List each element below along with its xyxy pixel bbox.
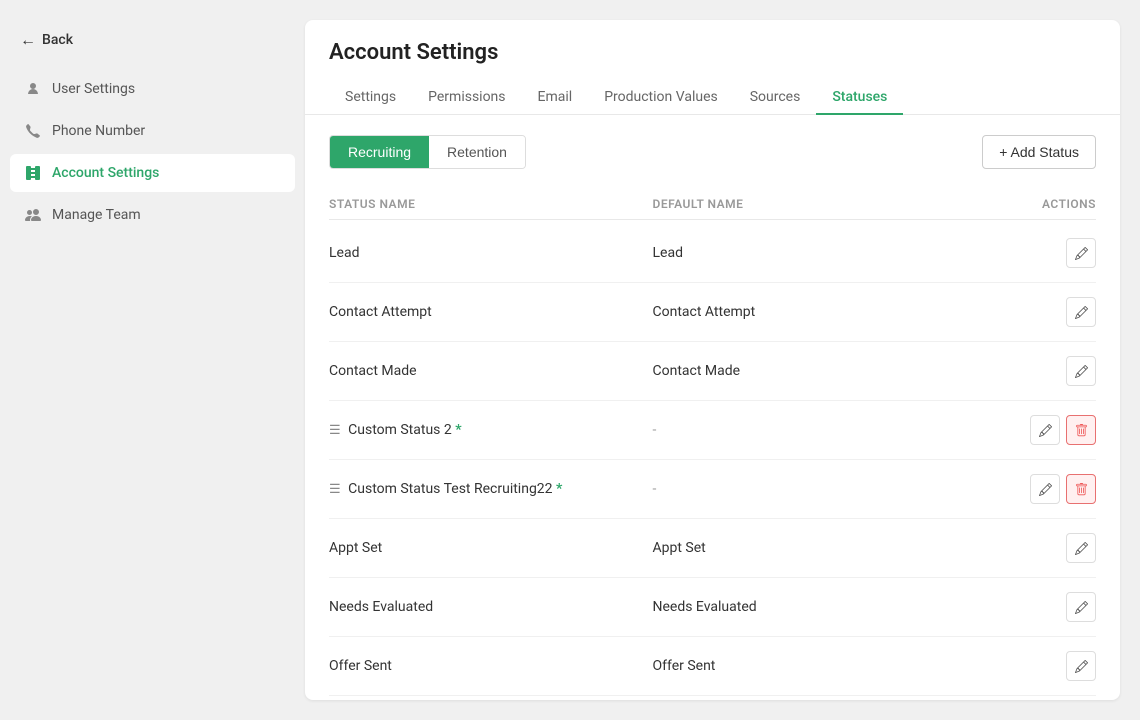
actions-cell [976, 356, 1096, 386]
tab-statuses[interactable]: Statuses [816, 81, 903, 115]
table-row: Appt Set Appt Set [329, 519, 1096, 578]
filter-buttons: Recruiting Retention [329, 135, 526, 169]
custom-status-icon: ☰ [329, 423, 341, 438]
actions-cell [976, 474, 1096, 504]
delete-button[interactable] [1066, 415, 1096, 445]
status-name-cell: Appt Set [329, 540, 653, 556]
sidebar-phone-label: Phone Number [52, 123, 145, 139]
table-row: ☰ Custom Status Test Recruiting22 * - [329, 460, 1096, 519]
edit-button[interactable] [1066, 592, 1096, 622]
table-row: Lead Lead [329, 224, 1096, 283]
default-name-cell: Lead [653, 245, 977, 261]
content-card: Account Settings Settings Permissions Em… [305, 20, 1120, 700]
table-row: Contact Attempt Contact Attempt [329, 283, 1096, 342]
back-arrow-icon: ← [20, 30, 36, 50]
asterisk-icon: * [455, 422, 461, 438]
tab-production-values[interactable]: Production Values [588, 81, 734, 115]
actions-cell [976, 238, 1096, 268]
actions-cell [976, 651, 1096, 681]
default-name-cell: Contact Made [653, 363, 977, 379]
header-default-name: DEFAULT NAME [653, 197, 977, 211]
sidebar-nav: User Settings Phone Number Account Setti… [0, 70, 305, 234]
header-actions: ACTIONS [976, 197, 1096, 211]
default-name-cell: Offer Sent [653, 658, 977, 674]
sidebar-manage-team-label: Manage Team [52, 207, 141, 223]
asterisk-icon: * [556, 481, 562, 497]
custom-status-icon: ☰ [329, 482, 341, 497]
actions-cell [976, 415, 1096, 445]
main-content: Account Settings Settings Permissions Em… [305, 0, 1140, 720]
add-status-button[interactable]: + Add Status [982, 135, 1096, 169]
status-name-cell: Contact Attempt [329, 304, 653, 320]
actions-cell [976, 592, 1096, 622]
sidebar-item-phone-number[interactable]: Phone Number [10, 112, 295, 150]
sidebar-item-user-settings[interactable]: User Settings [10, 70, 295, 108]
edit-button[interactable] [1066, 651, 1096, 681]
edit-button[interactable] [1066, 356, 1096, 386]
sidebar-account-label: Account Settings [52, 165, 159, 181]
filter-retention-button[interactable]: Retention [429, 136, 525, 168]
status-name-cell: Contact Made [329, 363, 653, 379]
table-row: Needs Evaluated Needs Evaluated [329, 578, 1096, 637]
table-row: ☰ Custom Status 2 * - [329, 401, 1096, 460]
default-name-cell: Appt Set [653, 540, 977, 556]
sidebar-item-manage-team[interactable]: Manage Team [10, 196, 295, 234]
default-name-cell: Needs Evaluated [653, 599, 977, 615]
default-name-cell: Contact Attempt [653, 304, 977, 320]
edit-button[interactable] [1066, 238, 1096, 268]
card-header: Account Settings Settings Permissions Em… [305, 20, 1120, 115]
page-title: Account Settings [329, 40, 1096, 65]
table-row: Offer Sent Offer Sent [329, 637, 1096, 696]
actions-cell [976, 297, 1096, 327]
header-status-name: STATUS NAME [329, 197, 653, 211]
edit-button[interactable] [1066, 297, 1096, 327]
back-label: Back [42, 32, 73, 48]
tab-nav: Settings Permissions Email Production Va… [329, 81, 1096, 114]
tab-permissions[interactable]: Permissions [412, 81, 521, 115]
status-name-cell: ☰ Custom Status 2 * [329, 422, 653, 438]
team-icon [24, 206, 42, 224]
status-name-cell: Offer Sent [329, 658, 653, 674]
default-name-cell: - [653, 481, 977, 497]
delete-button[interactable] [1066, 474, 1096, 504]
sidebar-item-account-settings[interactable]: Account Settings [10, 154, 295, 192]
edit-button[interactable] [1030, 474, 1060, 504]
status-name-cell: Needs Evaluated [329, 599, 653, 615]
filter-recruiting-button[interactable]: Recruiting [330, 136, 429, 168]
tab-email[interactable]: Email [522, 81, 589, 115]
tab-sources[interactable]: Sources [734, 81, 817, 115]
table-header: STATUS NAME DEFAULT NAME ACTIONS [329, 189, 1096, 220]
status-name-cell: Lead [329, 245, 653, 261]
person-icon [24, 80, 42, 98]
table-row: Contact Made Contact Made [329, 342, 1096, 401]
edit-button[interactable] [1066, 533, 1096, 563]
phone-icon [24, 122, 42, 140]
status-name-cell: ☰ Custom Status Test Recruiting22 * [329, 481, 653, 497]
building-icon [24, 164, 42, 182]
edit-button[interactable] [1030, 415, 1060, 445]
default-name-cell: - [653, 422, 977, 438]
tab-settings[interactable]: Settings [329, 81, 412, 115]
card-body: Recruiting Retention + Add Status STATUS… [305, 115, 1120, 700]
actions-cell [976, 533, 1096, 563]
sidebar-user-settings-label: User Settings [52, 81, 135, 97]
back-button[interactable]: ← Back [0, 20, 305, 70]
sidebar: ← Back User Settings Phone Number [0, 0, 305, 720]
filter-row: Recruiting Retention + Add Status [329, 135, 1096, 169]
